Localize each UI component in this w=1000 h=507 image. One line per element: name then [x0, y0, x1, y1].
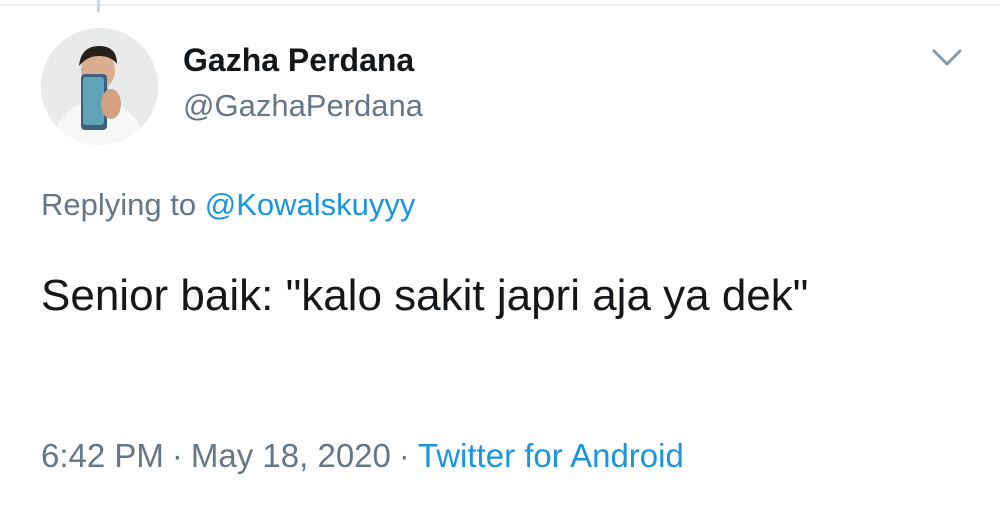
avatar[interactable]	[41, 28, 158, 145]
tweet-meta: 6:42 PM · May 18, 2020 · Twitter for Android	[41, 437, 684, 475]
reply-mention-link[interactable]: @Kowalskuyyy	[205, 187, 416, 222]
top-divider	[0, 4, 1000, 6]
author-display-name[interactable]: Gazha Perdana	[183, 42, 414, 79]
chevron-down-icon[interactable]	[930, 46, 964, 70]
meta-separator: ·	[171, 437, 183, 474]
tweet-source-link[interactable]: Twitter for Android	[418, 437, 684, 474]
avatar-image	[41, 28, 158, 145]
author-handle[interactable]: @GazhaPerdana	[183, 88, 423, 124]
meta-separator: ·	[398, 437, 410, 474]
replying-to: Replying to @Kowalskuyyy	[41, 187, 415, 223]
tweet-text: Senior baik: "kalo sakit japri aja ya de…	[41, 271, 809, 320]
tweet-time[interactable]: 6:42 PM	[41, 437, 164, 474]
replying-to-label: Replying to	[41, 187, 197, 222]
thread-connector-line	[97, 0, 100, 12]
tweet-date[interactable]: May 18, 2020	[191, 437, 391, 474]
